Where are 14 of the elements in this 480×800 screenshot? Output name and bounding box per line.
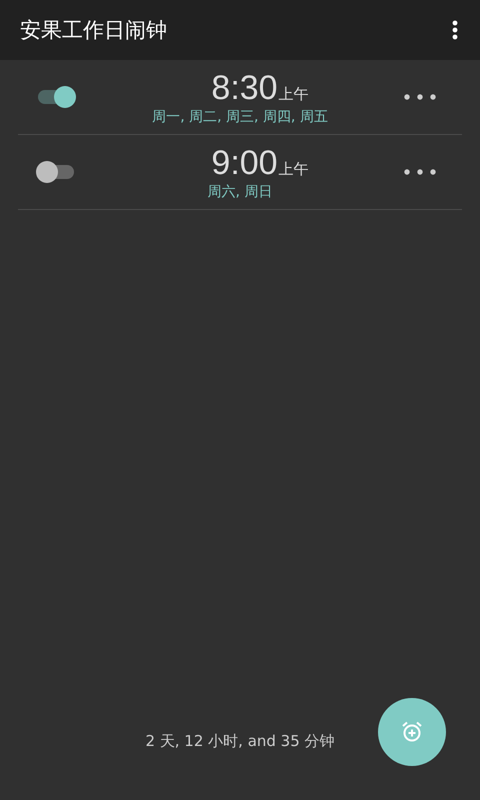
next-alarm-text: 2 天, 12 小时, and 35 分钟 xyxy=(145,732,335,752)
period-label: 上午 xyxy=(278,84,309,104)
alarm-time[interactable]: 8:30 xyxy=(211,68,278,106)
period-label: 上午 xyxy=(278,160,309,178)
more-options-icon[interactable] xyxy=(404,169,436,175)
overflow-menu-icon[interactable] xyxy=(452,20,458,40)
toggle-switch[interactable] xyxy=(36,86,76,108)
repeat-days: 周六, 周日 xyxy=(208,182,272,200)
app-title: 安果工作日闹钟 xyxy=(20,17,167,44)
alarm-plus-icon xyxy=(400,720,424,744)
repeat-days: 周一, 周二, 周三, 周四, 周五 xyxy=(152,108,328,126)
more-options-icon[interactable] xyxy=(404,94,436,100)
alarm-time[interactable]: 9:00 xyxy=(211,144,278,182)
toggle-switch[interactable] xyxy=(36,161,76,183)
